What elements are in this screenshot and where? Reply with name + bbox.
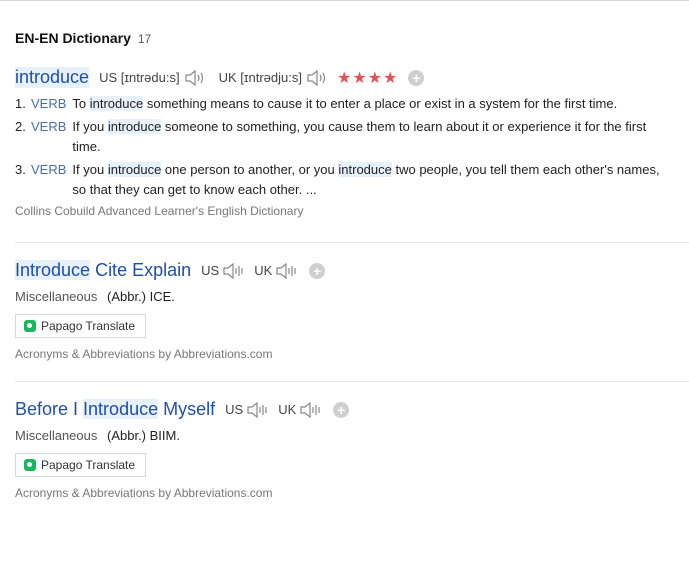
uk-label: UK — [218, 70, 237, 85]
us-label: US — [201, 263, 220, 278]
category-label: Miscellaneous — [15, 428, 98, 443]
add-wordbook-icon[interactable]: + — [408, 69, 425, 86]
definition-list: 1. VERB To introduce something means to … — [15, 94, 689, 200]
uk-phonetic: UK [ɪntrədju:s] — [219, 70, 302, 85]
category-label: Miscellaneous — [15, 289, 98, 304]
uk-label: UK — [278, 402, 297, 417]
part-of-speech: VERB — [31, 96, 67, 111]
definition-text: To introduce something means to cause it… — [72, 96, 618, 111]
uk-speaker-icon[interactable] — [305, 68, 329, 88]
uk-pronunciation: [ɪntrədju:s] — [240, 70, 302, 85]
definition-number: 3. — [15, 162, 26, 177]
abbreviation-text: (Abbr.) ICE. — [107, 289, 175, 304]
us-speaker-icon[interactable] — [246, 400, 270, 420]
headword-link[interactable]: Before I Introduce Myself — [15, 399, 215, 420]
headword-link[interactable]: introduce — [15, 67, 90, 88]
source-label: Acronyms & Abbreviations by Abbreviation… — [15, 486, 273, 500]
part-of-speech: VERB — [31, 162, 67, 177]
uk-label: UK — [254, 263, 273, 278]
source-label: Acronyms & Abbreviations by Abbreviation… — [15, 347, 273, 361]
papago-translate-button[interactable]: Papago Translate — [15, 453, 147, 477]
us-label: US — [225, 402, 244, 417]
us-speaker-icon[interactable] — [183, 68, 207, 88]
headword-link[interactable]: Introduce Cite Explain — [15, 260, 191, 281]
divider — [15, 242, 689, 243]
uk-speaker-icon[interactable] — [275, 261, 299, 281]
papago-icon — [24, 320, 36, 332]
definition-text: If you introduce someone to something, y… — [72, 119, 647, 154]
definition-item: 2. VERB If you introduce someone to some… — [15, 117, 689, 157]
part-of-speech: VERB — [31, 119, 67, 134]
abbreviation-row: Miscellaneous (Abbr.) BIIM. — [15, 428, 689, 443]
source-label: Collins Cobuild Advanced Learner's Engli… — [15, 204, 304, 218]
definition-item: 1. VERB To introduce something means to … — [15, 94, 689, 114]
add-wordbook-icon[interactable]: + — [309, 262, 326, 279]
entry-ice: Introduce Cite Explain US UK + Miscellan… — [15, 260, 689, 361]
divider — [15, 381, 689, 382]
papago-translate-button[interactable]: Papago Translate — [15, 314, 147, 338]
abbreviation-row: Miscellaneous (Abbr.) ICE. — [15, 289, 689, 304]
definition-number: 2. — [15, 119, 26, 134]
us-speaker-icon[interactable] — [222, 261, 246, 281]
us-pronunciation: [ɪntrədu:s] — [120, 70, 180, 85]
entry-introduce: introduce US [ɪntrədu:s] UK [ɪntrədju:s]… — [15, 67, 689, 218]
abbreviation-text: (Abbr.) BIIM. — [107, 428, 180, 443]
us-label: US — [99, 70, 118, 85]
uk-speaker-icon[interactable] — [299, 400, 323, 420]
us-phonetic: US [ɪntrədu:s] — [99, 70, 180, 85]
entry-biim: Before I Introduce Myself US UK + Miscel… — [15, 399, 689, 500]
definition-text: If you introduce one person to another, … — [72, 162, 660, 197]
papago-icon — [24, 459, 36, 471]
result-count: 17 — [137, 32, 152, 46]
papago-label: Papago Translate — [41, 319, 136, 333]
definition-item: 3. VERB If you introduce one person to a… — [15, 160, 689, 200]
rating-stars: ★★★★ — [336, 69, 399, 87]
add-wordbook-icon[interactable]: + — [333, 401, 350, 418]
papago-label: Papago Translate — [41, 458, 136, 472]
definition-number: 1. — [15, 96, 26, 111]
dictionary-header: EN-EN Dictionary 17 — [15, 30, 151, 46]
dictionary-title: EN-EN Dictionary — [15, 30, 131, 46]
